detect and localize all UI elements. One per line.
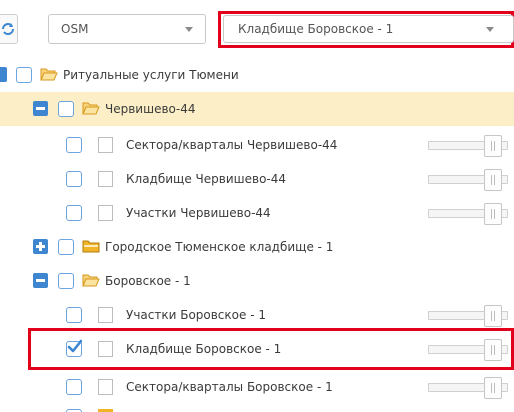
layer-row-selected[interactable]: Кладбище Боровское - 1: [0, 332, 514, 366]
folder-open-icon: [82, 274, 100, 287]
checkbox[interactable]: [66, 205, 82, 221]
layer-label: Сектора/кварталы Червишево-44: [126, 138, 338, 152]
opacity-slider-handle[interactable]: [484, 377, 502, 399]
collapse-icon[interactable]: [0, 67, 7, 82]
opacity-slider-handle[interactable]: [484, 203, 502, 225]
layer-label: Кладбище Червишево-44: [126, 172, 287, 186]
tree-group-row[interactable]: Червишево-44: [0, 92, 514, 126]
checkmark-icon: [67, 339, 82, 353]
checkbox-checked[interactable]: [66, 339, 82, 357]
refresh-button[interactable]: [0, 14, 18, 44]
layer-row[interactable]: Участки Червишево-44: [0, 196, 514, 230]
checkbox[interactable]: [66, 171, 82, 187]
opacity-slider-handle[interactable]: [484, 169, 502, 191]
tree-row-root[interactable]: Ритуальные услуги Тюмени: [0, 58, 514, 92]
layer-visibility-checkbox[interactable]: [98, 205, 113, 221]
layer-visibility-checkbox[interactable]: [98, 341, 113, 357]
tree-group-row[interactable]: Городское Тюменское кладбище - 1: [0, 230, 514, 264]
layer-row[interactable]: Сектора/кварталы Червишево-44: [0, 128, 514, 162]
collapse-icon[interactable]: [33, 101, 48, 116]
tree-label: Червишево-44: [105, 102, 196, 116]
folder-icon: [82, 240, 100, 253]
collapse-icon[interactable]: [33, 273, 48, 288]
layer-label: Кладбище Боровское - 1: [126, 342, 282, 356]
checkbox[interactable]: [58, 101, 74, 117]
layer-visibility-checkbox[interactable]: [98, 307, 113, 323]
layer-row[interactable]: Участки Боровское - 1: [0, 298, 514, 332]
tree-label: Ритуальные услуги Тюмени: [63, 68, 239, 82]
checkbox[interactable]: [58, 239, 74, 255]
checkbox[interactable]: [58, 273, 74, 289]
expand-icon[interactable]: [33, 239, 48, 254]
opacity-slider-handle[interactable]: [484, 135, 502, 157]
refresh-icon: [2, 23, 14, 35]
chevron-down-icon: [486, 27, 494, 32]
layer-visibility-checkbox[interactable]: [98, 379, 113, 395]
layer-label: Участки Червишево-44: [126, 206, 271, 220]
layer-row[interactable]: Сектора/кварталы Боровское - 1: [0, 370, 514, 404]
layer-label: Участки Боровское - 1: [126, 308, 266, 322]
tree-group-row[interactable]: Боровское - 1: [0, 264, 514, 298]
checkbox[interactable]: [66, 379, 82, 395]
cemetery-select[interactable]: Кладбище Боровское - 1: [223, 15, 514, 43]
checkbox[interactable]: [66, 137, 82, 153]
checkbox[interactable]: [16, 67, 32, 83]
tree-label: Боровское - 1: [105, 274, 191, 288]
base-layer-select-value: OSM: [61, 22, 89, 36]
layer-visibility-checkbox[interactable]: [98, 137, 113, 153]
chevron-down-icon: [185, 27, 193, 32]
layer-label: Сектора/кварталы Боровское - 1: [126, 380, 333, 394]
base-layer-select[interactable]: OSM: [48, 14, 206, 44]
folder-open-icon: [40, 68, 58, 81]
cemetery-select-value: Кладбище Боровское - 1: [238, 22, 394, 36]
tree-label: Городское Тюменское кладбище - 1: [105, 240, 334, 254]
opacity-slider-handle[interactable]: [484, 339, 502, 361]
partial-row: [0, 406, 514, 412]
layer-row[interactable]: Кладбище Червишево-44: [0, 162, 514, 196]
checkbox[interactable]: [66, 307, 82, 323]
folder-open-icon: [82, 102, 100, 115]
opacity-slider-handle[interactable]: [484, 305, 502, 327]
layer-visibility-checkbox[interactable]: [98, 171, 113, 187]
